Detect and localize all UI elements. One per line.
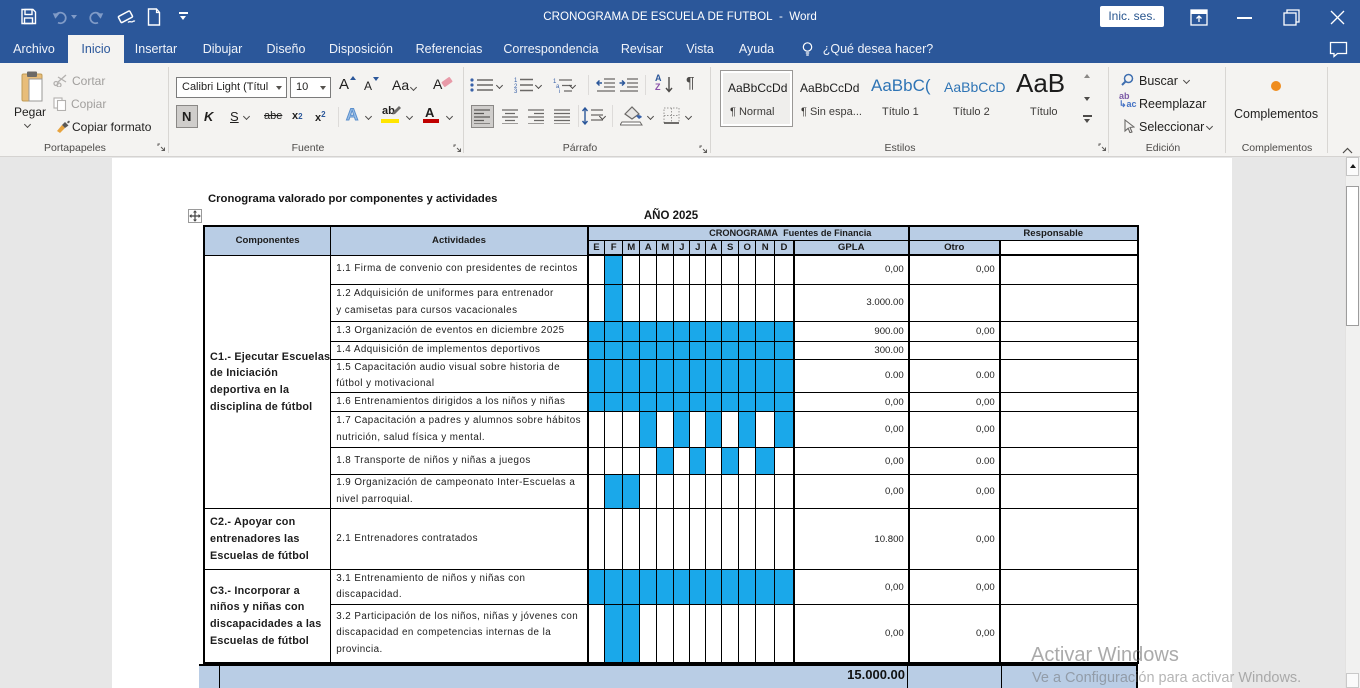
- svg-text:i: i: [559, 89, 560, 93]
- svg-text:3: 3: [514, 89, 518, 93]
